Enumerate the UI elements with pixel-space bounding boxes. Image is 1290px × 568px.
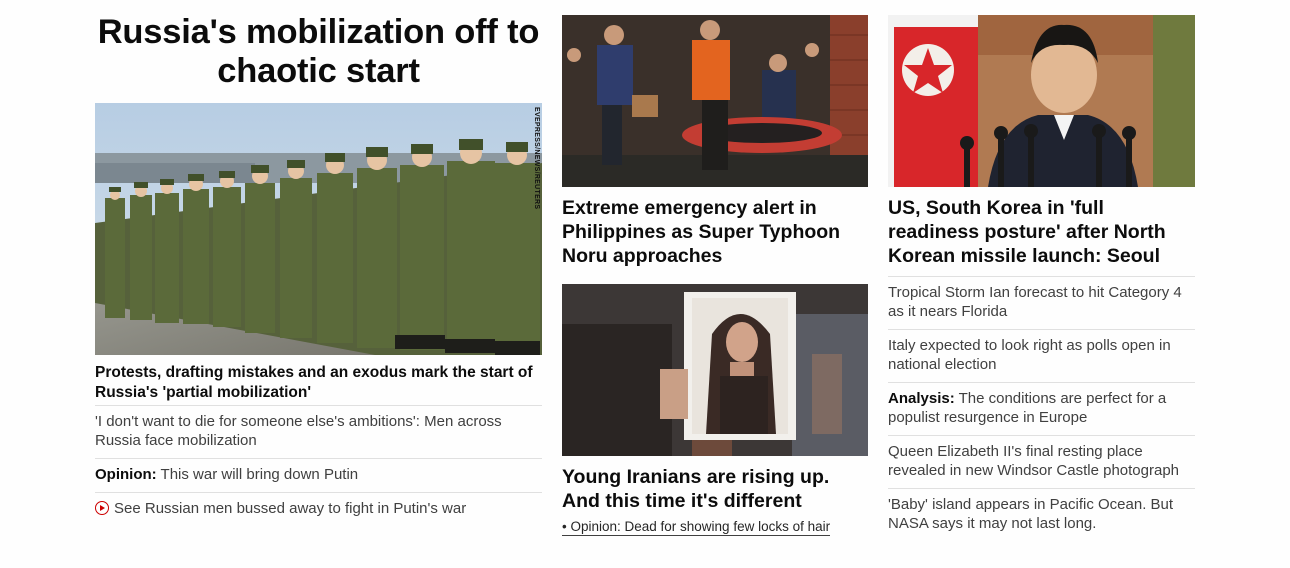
north-korea-headline-link[interactable]: US, South Korea in 'full readiness postu… [888, 196, 1195, 268]
typhoon-photo[interactable] [562, 15, 868, 187]
rescue-workers-image [562, 15, 868, 187]
link-text: This war will bring down Putin [156, 466, 359, 483]
list-item[interactable]: 'I don't want to die for someone else's … [95, 405, 542, 458]
typhoon-headline: Extreme emergency alert in Philippines a… [562, 197, 841, 267]
list-item[interactable]: See Russian men bussed away to fight in … [95, 492, 542, 526]
typhoon-headline-link[interactable]: Extreme emergency alert in Philippines a… [562, 196, 868, 268]
link-text: 'I don't want to die for someone else's … [95, 413, 502, 449]
list-item[interactable]: Opinion: This war will bring down Putin [95, 458, 542, 492]
iran-headline: Young Iranians are rising up. And this t… [562, 466, 830, 512]
iran-opinion-link[interactable]: • Opinion: Dead for showing few locks of… [562, 519, 831, 536]
lead-story-column: Russia's mobilization off to chaotic sta… [95, 0, 542, 526]
iran-protest-photo[interactable] [562, 284, 868, 456]
north-korea-headline: US, South Korea in 'full readiness postu… [888, 197, 1166, 267]
middle-story-column: Extreme emergency alert in Philippines a… [562, 0, 868, 536]
north-korea-photo[interactable] [888, 15, 1195, 187]
opinion-tag: Opinion: [95, 466, 157, 483]
analysis-tag: Analysis: [888, 390, 955, 407]
lead-photo[interactable]: EVEPRESS/NEWS/REUTERS [95, 103, 542, 355]
list-item[interactable]: Tropical Storm Ian forecast to hit Categ… [888, 276, 1195, 329]
lead-related-links: 'I don't want to die for someone else's … [95, 405, 542, 526]
protester-image [562, 284, 868, 456]
iran-headline-link[interactable]: Young Iranians are rising up. And this t… [562, 465, 868, 513]
lead-headline: Russia's mobilization off to chaotic sta… [97, 13, 540, 90]
soldiers-image [95, 103, 542, 355]
list-item[interactable]: 'Baby' island appears in Pacific Ocean. … [888, 488, 1195, 541]
right-related-links: Tropical Storm Ian forecast to hit Categ… [888, 276, 1195, 541]
list-item[interactable]: Italy expected to look right as polls op… [888, 329, 1195, 382]
lead-subheadline: Protests, drafting mistakes and an exodu… [95, 364, 533, 401]
kim-jong-un-image [888, 15, 1195, 187]
lead-headline-link[interactable]: Russia's mobilization off to chaotic sta… [95, 13, 542, 91]
photo-credit: EVEPRESS/NEWS/REUTERS [533, 107, 540, 210]
play-video-icon [95, 501, 109, 515]
link-text: See Russian men bussed away to fight in … [114, 500, 467, 517]
link-text: Tropical Storm Ian forecast to hit Categ… [888, 284, 1182, 320]
link-text: 'Baby' island appears in Pacific Ocean. … [888, 496, 1174, 532]
list-item[interactable]: Queen Elizabeth II's final resting place… [888, 435, 1195, 488]
link-text: Queen Elizabeth II's final resting place… [888, 443, 1179, 479]
lead-subheadline-link[interactable]: Protests, drafting mistakes and an exodu… [95, 363, 542, 405]
link-text: Italy expected to look right as polls op… [888, 337, 1171, 373]
list-item[interactable]: Analysis: The conditions are perfect for… [888, 382, 1195, 435]
right-story-column: US, South Korea in 'full readiness postu… [888, 0, 1195, 541]
